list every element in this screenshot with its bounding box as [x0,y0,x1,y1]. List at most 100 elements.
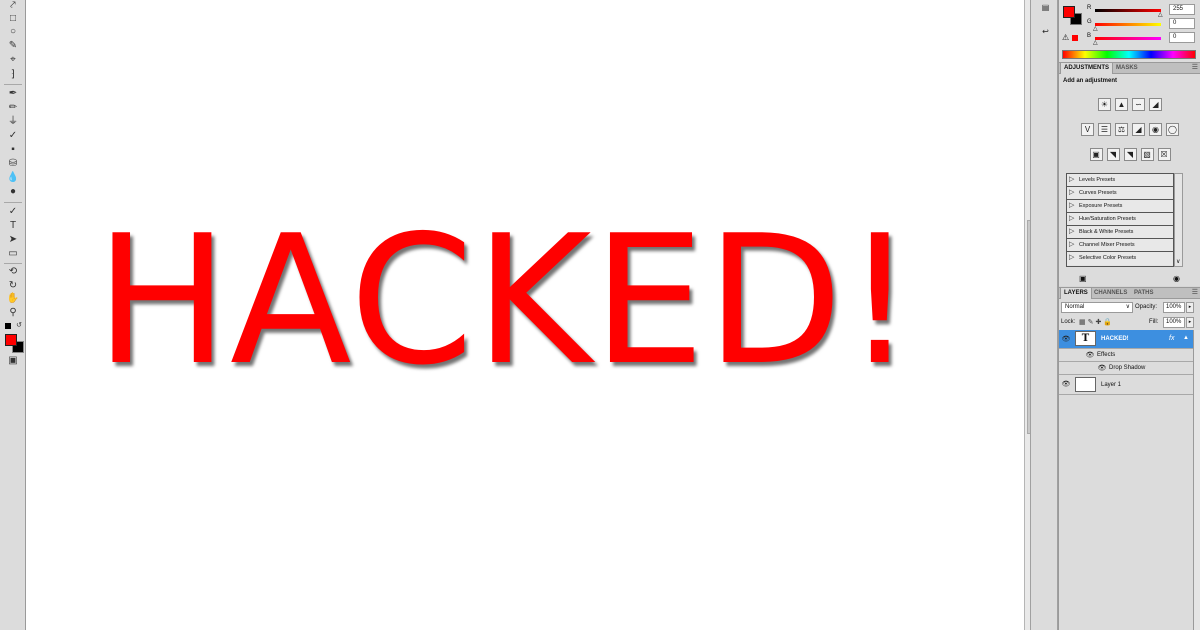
tab-layers[interactable]: LAYERS [1060,288,1092,299]
swap-colors-icon[interactable]: ↺ [12,320,26,332]
blend-mode-select[interactable]: Normal ∨ [1061,302,1133,313]
layer-1-eye-icon[interactable]: 👁 [1061,380,1071,388]
color-panel-foreground-swatch[interactable] [1063,6,1075,18]
lock-image-icon[interactable]: ✎ [1088,319,1096,326]
panel-menu-icon[interactable]: ☰ [1192,63,1198,73]
layer-row-layer-1[interactable]: 👁 Layer 1 [1059,375,1193,395]
preset-curves[interactable]: Curves Presets [1067,187,1173,200]
layer-row-effects[interactable]: 👁 Effects [1059,349,1193,362]
eyedropper-tool-icon[interactable]: ⁆ [6,69,20,81]
green-value-input[interactable]: 0 [1169,18,1195,29]
red-value-input[interactable]: 255 [1169,4,1195,15]
preset-exposure[interactable]: Exposure Presets [1067,200,1173,213]
color-balance-icon[interactable]: ⚖ [1115,123,1128,136]
pen-tool-icon[interactable]: ✓ [6,206,20,218]
layer-row-hacked[interactable]: 👁 T HACKED! fx ▲ [1059,330,1193,349]
layers-scrollbar[interactable] [1193,330,1200,630]
layers-panel-menu-icon[interactable]: ☰ [1192,288,1198,298]
blue-value-input[interactable]: 0 [1169,32,1195,43]
3d-orbit-tool-icon[interactable]: ↻ [6,280,20,292]
lock-all-icon[interactable]: 🔒 [1103,319,1114,326]
quick-selection-tool-icon[interactable]: ✎ [6,40,20,52]
exposure-icon[interactable]: ◢ [1149,98,1162,111]
path-selection-tool-icon[interactable]: ➤ [6,234,20,246]
layer-1-name[interactable]: Layer 1 [1101,382,1121,388]
color-spectrum-ramp[interactable] [1062,50,1196,59]
fill-arrow-icon[interactable]: ▸ [1186,317,1194,328]
dodge-tool-icon[interactable]: ● [6,186,20,198]
curves-icon[interactable]: ∽ [1132,98,1145,111]
history-brush-tool-icon[interactable]: ✓ [6,130,20,142]
opacity-arrow-icon[interactable]: ▸ [1186,302,1194,313]
clone-stamp-tool-icon[interactable]: ⏚ [6,116,20,128]
hacked-text-layer: HACKED! [95,197,917,404]
layer-row-drop-shadow[interactable]: 👁 Drop Shadow [1059,362,1193,375]
history-panel-icon[interactable]: ↩ [1039,26,1052,38]
gradient-map-icon[interactable]: ▧ [1140,148,1154,161]
photo-filter-icon[interactable]: ◉ [1149,123,1162,136]
lock-transparent-icon[interactable]: ▦ [1079,319,1088,326]
selective-color-icon[interactable]: ☒ [1157,148,1171,161]
layer-name[interactable]: HACKED! [1101,336,1129,342]
tab-channels[interactable]: CHANNELS [1091,288,1130,299]
3d-rotate-tool-icon[interactable]: ⟲ [6,266,20,278]
zoom-tool-icon[interactable]: ⚲ [6,307,20,319]
fill-input[interactable]: 100% [1163,317,1185,328]
tab-paths[interactable]: PATHS [1131,288,1156,299]
green-slider[interactable] [1095,23,1161,26]
histogram-panel-icon[interactable]: ▤ [1039,2,1052,14]
expand-effects-icon[interactable]: ▲ [1183,335,1189,341]
spot-healing-tool-icon[interactable]: ✒ [6,88,20,100]
brush-tool-icon[interactable]: ✏ [6,102,20,114]
preset-hue-saturation[interactable]: Hue/Saturation Presets [1067,213,1173,226]
black-white-icon[interactable]: ◢ [1132,123,1145,136]
tab-adjustments[interactable]: ADJUSTMENTS [1060,63,1114,74]
hand-tool-icon[interactable]: ✋ [6,293,20,305]
marquee-tool-icon[interactable]: □ [6,13,20,25]
type-tool-icon[interactable]: T [6,220,20,232]
hue-saturation-icon[interactable]: ☰ [1098,123,1111,136]
levels-icon[interactable]: ▲ [1115,98,1128,111]
shape-tool-icon[interactable]: ▭ [6,248,20,260]
opacity-input[interactable]: 100% [1163,302,1185,313]
lasso-tool-icon[interactable]: ○ [6,26,20,38]
blur-tool-icon[interactable]: 💧 [6,172,20,184]
red-slider[interactable] [1095,9,1161,12]
document-canvas[interactable]: HACKED! [26,0,1024,630]
lock-icons: ▦✎✚🔒 [1079,318,1114,326]
preset-levels[interactable]: Levels Presets [1067,174,1173,187]
paint-bucket-tool-icon[interactable]: ⛁ [6,158,20,170]
drop-shadow-eye-icon[interactable]: 👁 [1097,364,1107,372]
channel-mixer-icon[interactable]: ◯ [1166,123,1179,136]
drop-shadow-label[interactable]: Drop Shadow [1109,365,1145,371]
text-layer-thumbnail: T [1075,331,1096,346]
quick-mask-icon[interactable]: ▣ [6,355,20,367]
clip-to-layer-icon[interactable]: ▣ [1079,274,1087,283]
brightness-contrast-icon[interactable]: ☀ [1098,98,1111,111]
invert-icon[interactable]: ▣ [1089,148,1103,161]
preset-black-white[interactable]: Black & White Presets [1067,226,1173,239]
crop-tool-icon[interactable]: ⌖ [6,54,20,66]
color-panel: ⚠ R △ 255 G △ 0 B △ 0 [1059,0,1200,62]
green-label: G [1087,19,1092,25]
posterize-icon[interactable]: ◥ [1106,148,1120,161]
move-tool-icon[interactable]: ⤤ [6,0,20,12]
layer-visibility-icon[interactable]: ◉ [1173,274,1180,283]
blue-slider[interactable] [1095,37,1161,40]
eraser-tool-icon[interactable]: ▪ [6,144,20,156]
eye-icon[interactable]: 👁 [1061,335,1071,343]
effects-eye-icon[interactable]: 👁 [1085,351,1095,359]
gamut-color-swatch[interactable] [1072,35,1078,41]
blue-slider-caret-icon[interactable]: △ [1093,40,1098,46]
presets-scrollbar[interactable]: ∨ [1174,173,1183,267]
out-of-gamut-warning-icon[interactable]: ⚠ [1062,33,1069,42]
vibrance-icon[interactable]: V [1081,123,1094,136]
default-colors-icon[interactable] [5,323,11,329]
scroll-down-icon[interactable]: ∨ [1176,258,1180,265]
foreground-color-swatch[interactable] [5,334,17,346]
threshold-icon[interactable]: ◥ [1123,148,1137,161]
tab-masks[interactable]: MASKS [1113,63,1141,74]
preset-channel-mixer[interactable]: Channel Mixer Presets [1067,239,1173,252]
preset-selective-color[interactable]: Selective Color Presets [1067,252,1173,265]
fx-icon[interactable]: fx [1169,335,1174,342]
